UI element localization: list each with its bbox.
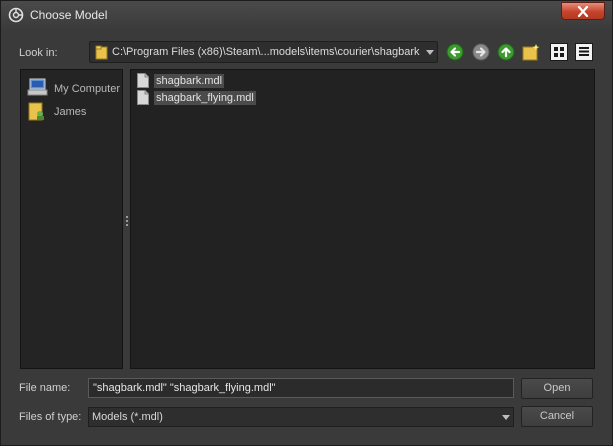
file-type-label: Files of type: bbox=[19, 411, 82, 423]
sidebar-item-james[interactable]: James bbox=[27, 101, 119, 121]
computer-icon bbox=[27, 78, 48, 96]
places-sidebar: My Computer James bbox=[20, 69, 123, 369]
look-in-label: Look in: bbox=[19, 47, 58, 59]
up-arrow-icon[interactable] bbox=[497, 43, 515, 61]
app-icon bbox=[8, 7, 24, 23]
list-view-button[interactable] bbox=[550, 43, 568, 61]
back-arrow-icon[interactable] bbox=[446, 43, 464, 61]
open-button[interactable]: Open bbox=[521, 378, 593, 399]
file-name-label: File name: bbox=[19, 382, 71, 394]
file-name-input[interactable] bbox=[88, 378, 514, 398]
file-type-value: Models (*.mdl) bbox=[92, 411, 163, 423]
sidebar-item-label: My Computer bbox=[54, 83, 121, 95]
sidebar-item-my-computer[interactable]: My Computer bbox=[27, 78, 121, 98]
file-name: shagbark_flying.mdl bbox=[154, 91, 256, 105]
window-title: Choose Model bbox=[30, 8, 108, 22]
file-icon bbox=[137, 73, 149, 88]
file-name: shagbark.mdl bbox=[154, 74, 225, 88]
forward-arrow-icon[interactable] bbox=[472, 43, 490, 61]
file-icon bbox=[137, 90, 149, 105]
panel-splitter[interactable] bbox=[123, 69, 130, 369]
file-list: shagbark.mdl shagbark_flying.mdl bbox=[130, 69, 595, 369]
sidebar-item-label: James bbox=[54, 106, 87, 118]
choose-model-dialog: Choose Model Look in: C:\Program Files (… bbox=[0, 0, 613, 446]
folder-icon bbox=[95, 45, 108, 60]
file-type-dropdown[interactable]: Models (*.mdl) bbox=[88, 407, 514, 427]
new-folder-icon[interactable] bbox=[522, 43, 540, 61]
title-bar: Choose Model bbox=[1, 1, 612, 29]
detail-view-button[interactable] bbox=[575, 43, 593, 61]
close-button[interactable] bbox=[561, 2, 605, 20]
look-in-path: C:\Program Files (x86)\Steam\...models\i… bbox=[112, 46, 420, 58]
close-icon bbox=[577, 6, 589, 17]
cancel-button[interactable]: Cancel bbox=[521, 406, 593, 427]
user-folder-icon bbox=[28, 102, 44, 121]
detail-view-icon bbox=[579, 47, 589, 56]
chevron-down-icon bbox=[426, 50, 434, 55]
look-in-dropdown[interactable]: C:\Program Files (x86)\Steam\...models\i… bbox=[89, 41, 438, 63]
chevron-down-icon bbox=[502, 415, 510, 420]
list-view-icon bbox=[554, 47, 564, 57]
